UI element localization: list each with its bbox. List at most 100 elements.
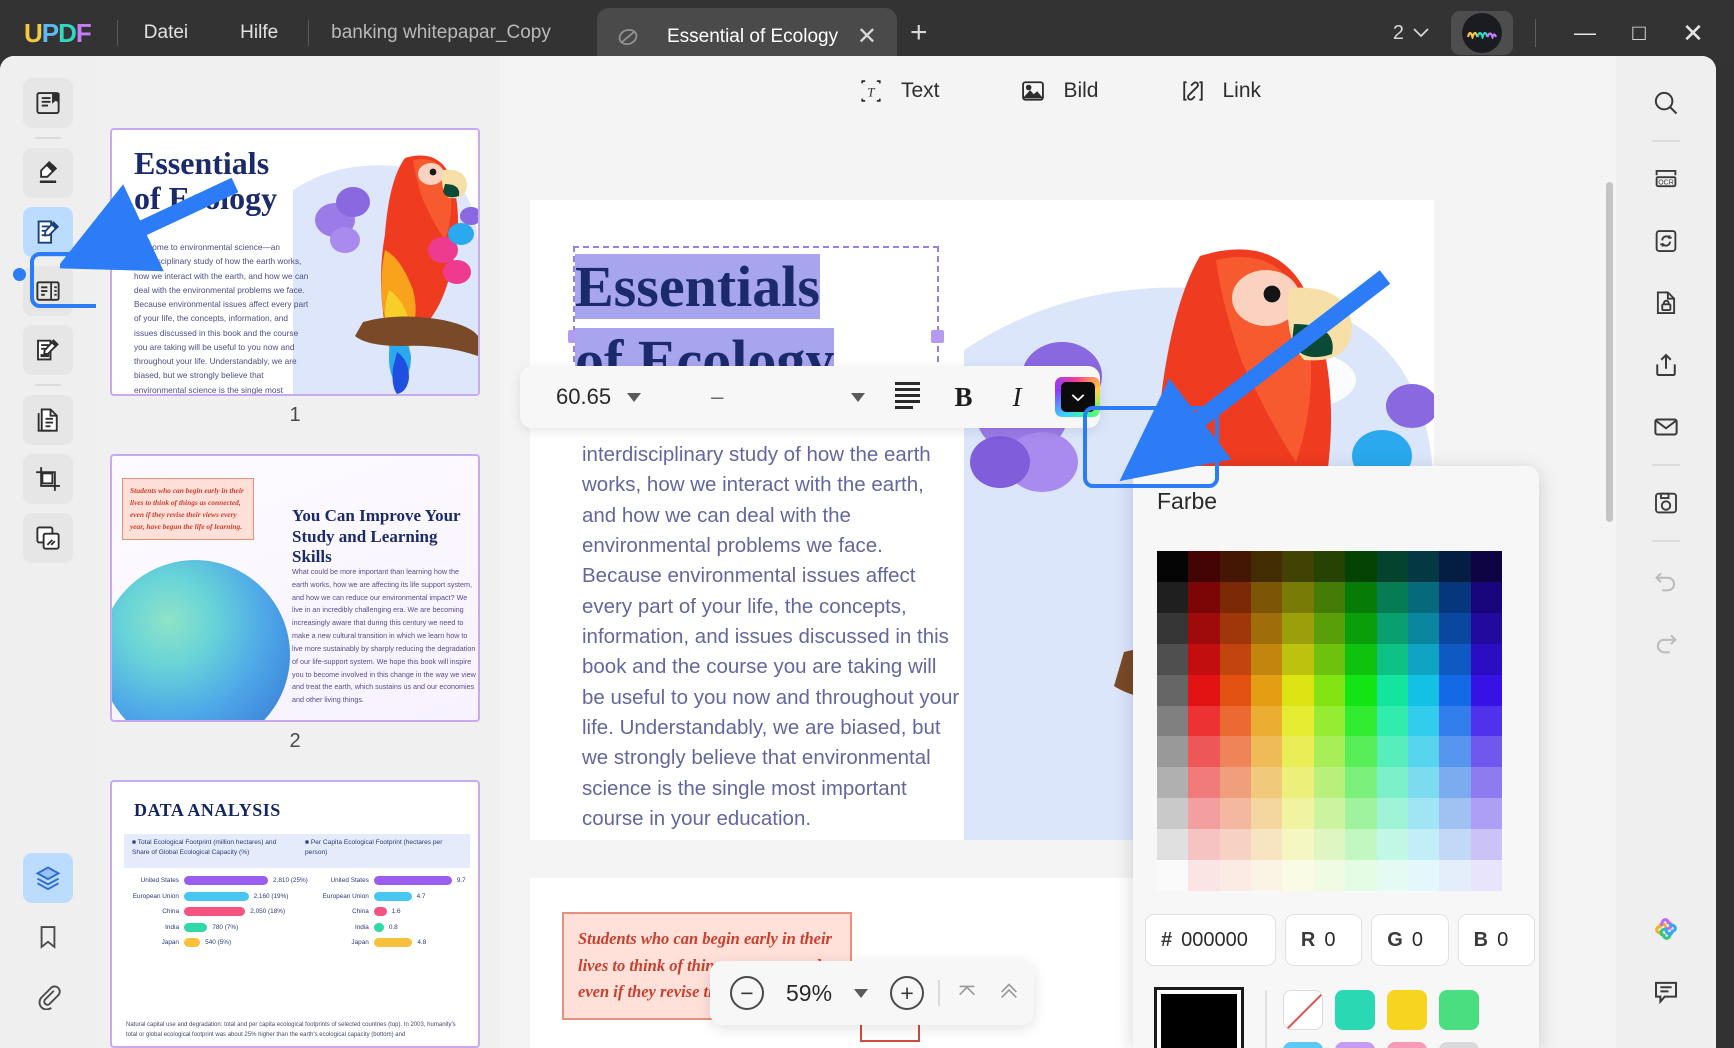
document-scrollbar[interactable] <box>1606 182 1613 522</box>
color-swatch[interactable] <box>1439 582 1470 613</box>
color-swatch[interactable] <box>1188 798 1219 829</box>
sidebar-item-organize-pages[interactable] <box>23 395 73 445</box>
color-swatch[interactable] <box>1188 736 1219 767</box>
color-swatch[interactable] <box>1220 736 1251 767</box>
color-swatch[interactable] <box>1408 736 1439 767</box>
color-swatch[interactable] <box>1282 706 1313 737</box>
menu-datei[interactable]: Datei <box>118 22 214 44</box>
color-swatch[interactable] <box>1314 582 1345 613</box>
color-swatch[interactable] <box>1439 829 1470 860</box>
sidebar-item-compare[interactable] <box>23 513 73 563</box>
right-item-ai-assistant[interactable] <box>1639 904 1693 954</box>
color-swatch[interactable] <box>1408 767 1439 798</box>
right-item-protect[interactable] <box>1639 278 1693 328</box>
recent-color-green[interactable] <box>1439 990 1479 1030</box>
color-swatch[interactable] <box>1345 644 1376 675</box>
color-swatch[interactable] <box>1471 551 1502 582</box>
recent-color-lavender[interactable] <box>1335 1042 1375 1048</box>
color-swatch[interactable] <box>1408 675 1439 706</box>
color-swatch[interactable] <box>1314 613 1345 644</box>
color-swatch[interactable] <box>1471 798 1502 829</box>
color-swatch[interactable] <box>1157 706 1188 737</box>
color-swatch[interactable] <box>1282 798 1313 829</box>
color-swatch[interactable] <box>1188 675 1219 706</box>
color-swatch[interactable] <box>1314 767 1345 798</box>
color-swatch[interactable] <box>1439 736 1470 767</box>
recent-color-yellow[interactable] <box>1387 990 1427 1030</box>
color-swatch[interactable] <box>1439 767 1470 798</box>
color-swatch[interactable] <box>1282 582 1313 613</box>
sidebar-item-sign[interactable] <box>23 325 73 375</box>
right-item-email[interactable] <box>1639 402 1693 452</box>
recent-colors-grid[interactable]: + <box>1283 990 1479 1048</box>
thumbnail-page-3[interactable]: DATA ANALYSIS ■ Total Ecological Footpri… <box>110 780 480 1048</box>
color-swatch[interactable] <box>1220 829 1251 860</box>
color-swatch[interactable] <box>1220 860 1251 891</box>
color-swatch[interactable] <box>1220 613 1251 644</box>
color-swatch[interactable] <box>1345 736 1376 767</box>
color-swatch[interactable] <box>1220 706 1251 737</box>
color-swatch[interactable] <box>1251 798 1282 829</box>
zoom-level-value[interactable]: 59% <box>786 980 832 1007</box>
color-swatch[interactable] <box>1377 613 1408 644</box>
sidebar-item-form[interactable] <box>23 266 73 316</box>
color-swatch[interactable] <box>1251 582 1282 613</box>
thumbnail-panel[interactable]: Essentialsof Ecology Welcome to environm… <box>96 56 500 1048</box>
color-swatch[interactable] <box>1157 551 1188 582</box>
color-swatch[interactable] <box>1188 860 1219 891</box>
color-swatch[interactable] <box>1408 613 1439 644</box>
maximize-button[interactable]: □ <box>1612 20 1666 46</box>
color-swatch[interactable] <box>1439 860 1470 891</box>
color-swatch[interactable] <box>1377 551 1408 582</box>
color-swatch[interactable] <box>1188 582 1219 613</box>
color-swatch[interactable] <box>1282 644 1313 675</box>
toolbar-image-button[interactable]: Bild <box>1017 76 1098 106</box>
color-swatch[interactable] <box>1377 860 1408 891</box>
color-swatch[interactable] <box>1314 644 1345 675</box>
color-swatch[interactable] <box>1314 829 1345 860</box>
color-swatch[interactable] <box>1439 613 1470 644</box>
color-swatch[interactable] <box>1314 860 1345 891</box>
color-swatch[interactable] <box>1345 706 1376 737</box>
font-name-caret-icon[interactable] <box>851 393 865 402</box>
bold-button[interactable]: B <box>954 382 972 413</box>
sidebar-item-reader-view[interactable] <box>23 78 73 128</box>
color-swatch[interactable] <box>1439 644 1470 675</box>
page-up-icon[interactable] <box>996 980 1022 1007</box>
color-swatch[interactable] <box>1345 551 1376 582</box>
color-swatch[interactable] <box>1220 675 1251 706</box>
panel-toggle-dot[interactable] <box>13 268 26 281</box>
color-swatch[interactable] <box>1471 613 1502 644</box>
current-color-preview[interactable] <box>1157 990 1241 1048</box>
sidebar-item-layers[interactable] <box>23 853 73 903</box>
right-item-ocr[interactable]: OCR <box>1639 154 1693 204</box>
color-swatch[interactable] <box>1314 798 1345 829</box>
color-swatch[interactable] <box>1282 767 1313 798</box>
right-item-undo[interactable] <box>1639 554 1693 604</box>
color-swatch[interactable] <box>1251 551 1282 582</box>
green-field[interactable]: G 0 <box>1371 914 1448 966</box>
color-swatch[interactable] <box>1282 613 1313 644</box>
zoom-in-button[interactable]: + <box>890 976 924 1010</box>
sidebar-item-edit-pdf[interactable] <box>23 207 73 257</box>
toolbar-link-button[interactable]: Link <box>1177 76 1262 106</box>
recent-color-pink[interactable] <box>1387 1042 1427 1048</box>
color-swatch[interactable] <box>1282 829 1313 860</box>
recent-color-no-color[interactable] <box>1283 990 1323 1030</box>
recent-color-sky[interactable] <box>1283 1042 1323 1048</box>
sidebar-item-attachments[interactable] <box>23 971 73 1021</box>
color-swatch[interactable] <box>1157 736 1188 767</box>
color-swatch[interactable] <box>1408 829 1439 860</box>
color-swatch[interactable] <box>1439 798 1470 829</box>
color-swatch[interactable] <box>1220 582 1251 613</box>
align-justify-icon[interactable] <box>895 382 920 412</box>
color-swatch[interactable] <box>1157 613 1188 644</box>
recent-color-teal[interactable] <box>1335 990 1375 1030</box>
zoom-out-button[interactable]: − <box>730 976 764 1010</box>
color-swatch[interactable] <box>1282 860 1313 891</box>
color-swatch[interactable] <box>1345 613 1376 644</box>
color-swatch[interactable] <box>1251 860 1282 891</box>
color-swatch[interactable] <box>1377 706 1408 737</box>
close-window-button[interactable]: ✕ <box>1666 18 1720 49</box>
zoom-caret-icon[interactable] <box>854 989 868 998</box>
